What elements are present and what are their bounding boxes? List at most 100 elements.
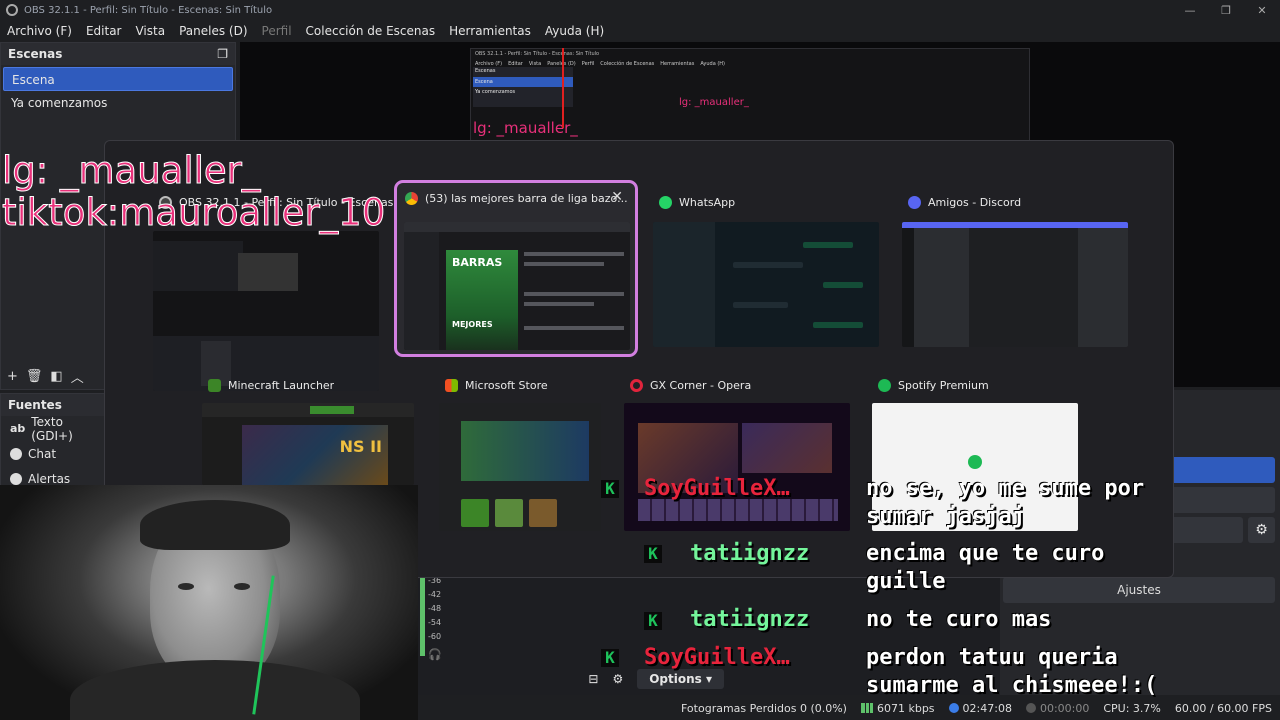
thumbnail-discord [902, 222, 1128, 347]
chat-message: guille [866, 569, 946, 594]
thumbnail-minecraft: NS II [202, 403, 414, 485]
live-time: 02:47:08 [962, 701, 1012, 715]
db-label: -48 [428, 604, 442, 613]
chat-user: SoyGuilleX… [644, 645, 790, 670]
db-label: -60 [428, 632, 442, 641]
card-title-text: GX Corner - Opera [650, 379, 752, 392]
menu-coleccion[interactable]: Colección de Escenas [299, 24, 443, 38]
menu-perfil[interactable]: Perfil [255, 24, 299, 38]
whatsapp-icon [659, 196, 672, 209]
card-title-text: WhatsApp [679, 196, 736, 209]
obs-logo-icon [6, 4, 18, 16]
card-title-text: Minecraft Launcher [228, 379, 335, 392]
chrome-icon [405, 192, 418, 205]
menu-herramientas[interactable]: Herramientas [442, 24, 538, 38]
mini-menu-item: Perfil [581, 61, 595, 67]
mini-scenes: Escenas Escena Ya comenzamos [473, 67, 573, 107]
kick-badge-icon: K [601, 649, 619, 667]
source-item-chat[interactable]: Chat [1, 441, 105, 466]
chat-message: sumar jasjaj [866, 504, 1025, 529]
mixer-gear-icon[interactable]: ⚙ [612, 672, 623, 686]
menu-archivo[interactable]: Archivo (F) [0, 24, 79, 38]
options-button[interactable]: Options ▾ [637, 669, 724, 689]
sources-title: Fuentes [8, 398, 62, 412]
window-card-store[interactable]: Microsoft Store [437, 370, 603, 535]
chat-message: encima que te curo [866, 541, 1105, 566]
kick-badge-icon: K [601, 480, 619, 498]
card-title: (53) las mejores barra de liga bazo... [405, 192, 628, 205]
source-label: Alertas [28, 471, 71, 486]
card-title: Spotify Premium [878, 379, 989, 392]
store-icon [445, 379, 458, 392]
scene-item-escena[interactable]: Escena [3, 67, 233, 91]
thumb-banner-text: NS II [339, 437, 382, 456]
menu-vista[interactable]: Vista [128, 24, 172, 38]
globe-icon [10, 472, 22, 485]
mini-menu-item: Ayuda (H) [700, 61, 726, 67]
move-up-icon[interactable]: ︿ [71, 367, 84, 386]
filters-icon[interactable]: ◧ [50, 369, 62, 384]
card-title: WhatsApp [659, 196, 735, 209]
window-card-whatsapp[interactable]: WhatsApp [651, 187, 881, 353]
rec-indicator: 00:00:00 [1025, 701, 1090, 715]
opera-icon [630, 379, 643, 392]
window-controls: — ❐ ✕ [1172, 0, 1280, 20]
gear-icon[interactable]: ⚙ [1248, 517, 1275, 543]
card-title: Minecraft Launcher [208, 379, 334, 392]
recursive-preview: OBS 32.1.1 - Perfil: Sin Título - Escena… [470, 48, 1030, 143]
card-title: GX Corner - Opera [630, 379, 751, 392]
text-icon: ab [10, 422, 26, 435]
live-indicator: 02:47:08 [948, 701, 1012, 715]
remove-scene-icon[interactable]: 🗑 [26, 369, 43, 384]
sources-header: Fuentes [1, 394, 105, 416]
source-label: Texto (GDI+) [31, 414, 73, 443]
card-title-text: (53) las mejores barra de liga bazo... [425, 192, 628, 205]
red-guide-line [562, 48, 564, 128]
card-title-text: Spotify Premium [898, 379, 989, 392]
undock-icon[interactable]: ❐ [217, 47, 228, 61]
menu-paneles[interactable]: Paneles (D) [172, 24, 254, 38]
thumb-hero-text: BARRAS [452, 256, 503, 269]
minecraft-icon [208, 379, 221, 392]
menu-editar[interactable]: Editar [79, 24, 129, 38]
chat-user: SoyGuilleX… [644, 476, 790, 501]
card-title-text: Microsoft Store [465, 379, 548, 392]
thumb-hero-text-2: MEJORES [452, 320, 493, 329]
menu-bar: Archivo (F) Editar Vista Paneles (D) Per… [0, 20, 1280, 42]
menu-ayuda[interactable]: Ayuda (H) [538, 24, 611, 38]
chat-message: no te curo mas [866, 607, 1052, 632]
close-icon[interactable]: ✕ [611, 189, 623, 205]
window-card-minecraft[interactable]: Minecraft Launcher NS II [200, 370, 416, 485]
card-title: Microsoft Store [445, 379, 548, 392]
thumbnail-chrome: BARRAS MEJORES [404, 222, 630, 350]
scenes-header: Escenas ❐ [1, 43, 235, 65]
kick-badge-icon: K [644, 612, 662, 630]
close-window-button[interactable]: ✕ [1244, 0, 1280, 20]
chat-message: sumarme al chismeee!:( [866, 673, 1158, 698]
scene-item-ya-comenzamos[interactable]: Ya comenzamos [3, 91, 233, 115]
frames-dropped: Fotogramas Perdidos 0 (0.0%) [681, 701, 847, 715]
maximize-button[interactable]: ❐ [1208, 0, 1244, 20]
cpu-usage: CPU: 3.7% [1103, 701, 1161, 715]
window-card-chrome[interactable]: (53) las mejores barra de liga bazo... ✕… [394, 180, 638, 357]
thumbnail-whatsapp [653, 222, 879, 347]
discord-icon [908, 196, 921, 209]
window-card-discord[interactable]: Amigos - Discord [900, 187, 1130, 353]
settings-button[interactable]: Ajustes [1003, 577, 1275, 603]
rec-time: 00:00:00 [1039, 701, 1090, 715]
source-label: Chat [28, 446, 57, 461]
headphones-icon[interactable]: 🎧 [428, 648, 442, 661]
source-item-texto[interactable]: ab Texto (GDI+) [1, 414, 105, 443]
chat-message: perdon tatuu queria [866, 645, 1118, 670]
minimize-button[interactable]: — [1172, 0, 1208, 20]
thumbnail-store [439, 403, 601, 531]
sources-dock: Fuentes ab Texto (GDI+) Chat Alertas [0, 393, 106, 493]
chat-message: no se, yo me sume por [866, 476, 1145, 501]
window-title: OBS 32.1.1 - Perfil: Sin Título - Escena… [24, 4, 273, 16]
options-label: Options [649, 672, 702, 686]
layout-icon[interactable]: ⊟ [588, 672, 598, 686]
window-card-opera[interactable]: GX Corner - Opera [622, 370, 852, 535]
tiktok-handle: tiktok:mauroaller_10 [1, 191, 386, 234]
title-bar: OBS 32.1.1 - Perfil: Sin Título - Escena… [0, 0, 1280, 20]
add-scene-icon[interactable]: + [7, 369, 18, 384]
